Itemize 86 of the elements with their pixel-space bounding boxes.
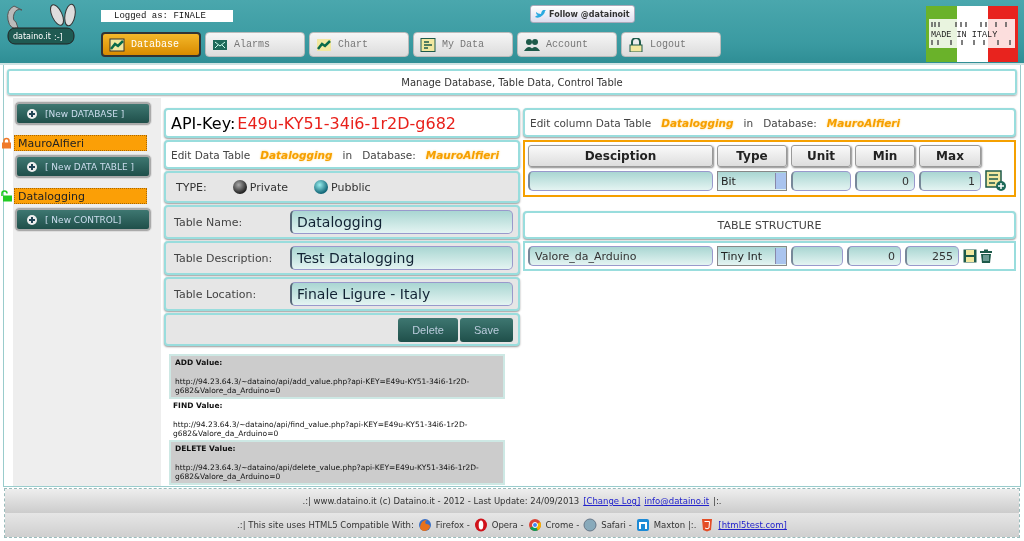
column-header: Min [855,145,915,167]
type-label: TYPE: [176,180,207,194]
browser-icon [527,518,542,532]
label: Edit Data Table [171,148,251,161]
nav-tab[interactable]: My Data [413,32,513,57]
footer-link[interactable]: info@dataino.it [644,496,710,506]
label: in [342,148,353,161]
browser-name: Crome - [545,520,580,530]
page-title: Manage Database, Table Data, Control Table [7,69,1017,95]
api-key-value: E49u-KY51-34i6-1r2D-g682 [237,113,457,133]
new-button[interactable]: [ New CONTROL] [15,208,151,231]
column-header: Type [717,145,787,167]
people-icon [524,37,540,52]
browser-name: Opera - [491,520,524,530]
type-dropdown[interactable]: Tiny Int [717,246,787,266]
label: in [743,116,754,129]
table-name: Datalogging [260,148,333,161]
input-field[interactable]: Test Datalogging [290,246,513,270]
browser-icon [417,518,432,532]
tree-item[interactable]: MauroAlfieri [14,135,147,151]
plus-icon [27,161,37,172]
action-button[interactable]: Save [459,317,513,342]
field-label: Table Description: [174,251,274,265]
min-field[interactable]: 0 [855,171,915,191]
database-name: MauroAlfieri [826,116,901,129]
new-button[interactable]: [New DATABASE ] [15,102,151,125]
footer-text: .:| www.dataino.it (c) Dataino.it - 2012 - Last Update: 24/09/2013 [302,496,580,506]
login-status: Logged as: FINALE [101,10,233,22]
description-field[interactable] [528,171,713,191]
field-label: Table Name: [174,215,244,229]
radio-label: Private [249,180,289,194]
plus-icon [27,108,37,119]
browser-name: Maxton |:. [653,520,697,530]
footer-link[interactable]: [Change Log] [583,496,641,506]
input-field[interactable]: Finale Ligure - Italy [290,282,513,306]
input-field[interactable]: Datalogging [290,210,513,234]
footer-text: .:| This site uses HTML5 Compatible With: [237,520,414,530]
document-icon [420,37,436,52]
label: Database: [362,148,416,161]
min-field[interactable]: 0 [847,246,901,266]
column-header: Max [919,145,981,167]
browser-name: Firefox - [435,520,470,530]
bird-icon [535,9,546,19]
unit-field[interactable] [791,171,851,191]
nav-tab[interactable]: Logout [621,32,721,57]
nav-tab[interactable]: Alarms [205,32,305,57]
browser-icon [583,518,598,532]
nav-tab[interactable]: Account [517,32,617,57]
save-icon[interactable] [963,249,977,263]
radio-button[interactable] [232,180,247,194]
label: Database: [763,116,817,129]
max-field[interactable]: 1 [919,171,981,191]
tree-item[interactable]: Datalogging [14,188,147,204]
section-title: TABLE STRUCTURE [523,211,1016,239]
plus-icon [27,214,37,225]
browser-icon [635,518,650,532]
html5-icon [700,518,715,532]
action-button[interactable]: Delete [398,317,458,342]
made-in-italy-badge: MADE IN ITALY [926,6,1018,62]
twitter-button[interactable]: Follow @datainoit [530,5,635,23]
nav-tab[interactable]: Chart [309,32,409,57]
column-header: Desciption [528,145,713,167]
browser-name: Safari - [601,520,632,530]
chart-icon [109,37,125,52]
database-name: MauroAlfieri [425,148,500,161]
unit-field[interactable] [791,246,843,266]
type-dropdown[interactable]: Bit [717,171,787,191]
description-field[interactable]: Valore_da_Arduino [528,246,713,266]
api-key-label: API-Key: [171,113,236,133]
column-header: Unit [791,145,851,167]
footer-text: |:. [713,496,722,506]
field-label: Table Location: [174,287,258,301]
add-row-icon[interactable] [985,170,1007,192]
max-field[interactable]: 255 [905,246,959,266]
footer-link[interactable]: [html5test.com] [718,520,787,530]
chart-icon [316,37,332,52]
label: Edit column Data Table [530,116,652,129]
lock-icon [628,37,644,52]
new-button[interactable]: [ New DATA TABLE ] [15,155,151,178]
trash-icon[interactable] [979,249,993,263]
browser-icon [473,518,488,532]
radio-label: Pubblic [331,180,371,194]
radio-button[interactable] [314,180,329,194]
envelope-icon [212,37,228,52]
table-name: Datalogging [661,116,734,129]
logo[interactable]: dataino.it :-] [2,0,97,60]
